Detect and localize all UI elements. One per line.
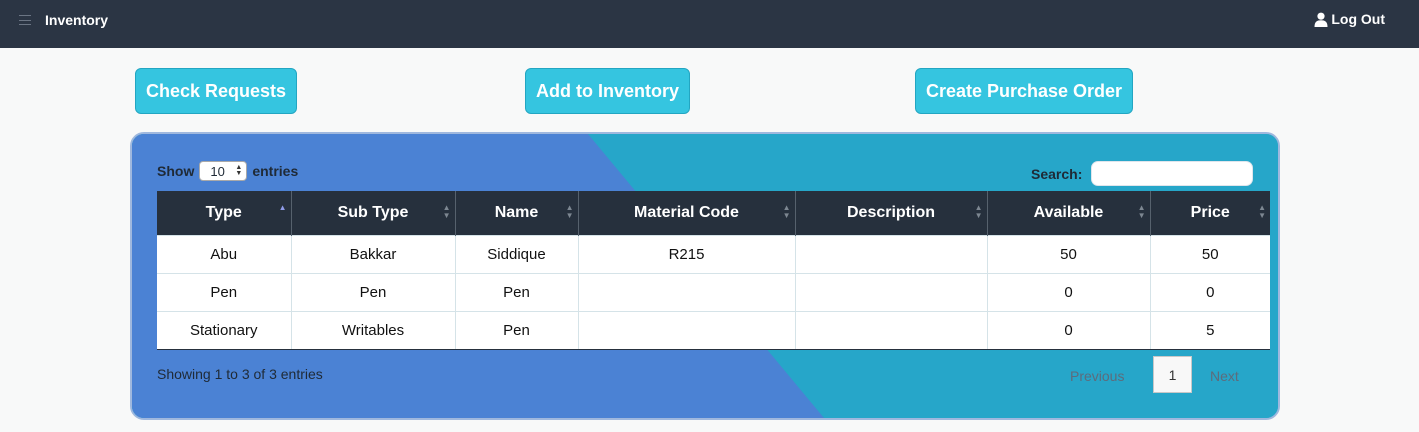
column-header-material-code[interactable]: Material Code ▲ ▼ [577, 191, 795, 235]
next-page-link[interactable]: Next [1210, 368, 1239, 384]
cell-description [794, 310, 987, 350]
inventory-table: Type ▲ Sub Type ▲ ▼ Name ▲ ▼ Material Code ▲ ▼ … [157, 191, 1270, 350]
table-row: Abu Bakkar Siddique R215 50 50 [157, 234, 1270, 273]
cell-description [794, 234, 987, 273]
cell-description [794, 272, 987, 311]
entries-select[interactable]: 10 ▲ ▼ [199, 161, 248, 181]
create-purchase-order-button[interactable]: Create Purchase Order [915, 68, 1133, 114]
column-header-type[interactable]: Type ▲ [157, 191, 291, 235]
cell-sub-type: Bakkar [290, 234, 455, 273]
top-navbar: Inventory Log Out [0, 0, 1419, 48]
app-title[interactable]: Inventory [45, 12, 108, 28]
cell-material-code [577, 310, 795, 350]
column-header-name[interactable]: Name ▲ ▼ [454, 191, 578, 235]
sort-icon: ▲ ▼ [442, 203, 451, 220]
page-1-button[interactable]: 1 [1153, 356, 1192, 393]
cell-sub-type: Pen [290, 272, 455, 311]
show-label: Show [157, 163, 195, 179]
cell-material-code: R215 [577, 234, 795, 273]
column-header-price[interactable]: Price ▲ ▼ [1149, 191, 1270, 235]
entries-length-control: Show 10 ▲ ▼ entries [157, 161, 298, 181]
previous-page-link[interactable]: Previous [1070, 368, 1124, 384]
cell-available: 0 [986, 310, 1150, 350]
cell-price: 0 [1149, 272, 1270, 311]
cell-type: Stationary [157, 310, 291, 350]
sort-ascending-icon: ▲ [278, 203, 287, 212]
column-header-sub-type[interactable]: Sub Type ▲ ▼ [290, 191, 455, 235]
cell-type: Pen [157, 272, 291, 311]
column-header-available[interactable]: Available ▲ ▼ [986, 191, 1150, 235]
column-header-description[interactable]: Description ▲ ▼ [794, 191, 987, 235]
table-header-row: Type ▲ Sub Type ▲ ▼ Name ▲ ▼ Material Code ▲ ▼ … [157, 191, 1270, 235]
entries-label: entries [252, 163, 299, 179]
table-row: Pen Pen Pen 0 0 [157, 272, 1270, 311]
table-row: Stationary Writables Pen 0 5 [157, 310, 1270, 350]
sort-icon: ▲ ▼ [1137, 203, 1146, 220]
cell-name: Pen [454, 310, 578, 350]
sort-icon: ▲ ▼ [782, 203, 791, 220]
table-info: Showing 1 to 3 of 3 entries [157, 366, 323, 382]
sort-icon: ▲ ▼ [565, 203, 574, 220]
cell-material-code [577, 272, 795, 311]
select-arrows-icon: ▲ ▼ [235, 164, 243, 177]
cell-price: 50 [1149, 234, 1270, 273]
cell-type: Abu [157, 234, 291, 273]
entries-select-value: 10 [210, 163, 225, 179]
user-icon [1314, 12, 1328, 27]
sort-icon: ▲ ▼ [974, 203, 983, 220]
logout-link[interactable]: Log Out [1314, 11, 1385, 27]
logout-label: Log Out [1331, 11, 1385, 27]
cell-available: 50 [986, 234, 1150, 273]
sort-icon: ▲ ▼ [1258, 203, 1266, 220]
add-to-inventory-button[interactable]: Add to Inventory [525, 68, 690, 114]
cell-price: 5 [1149, 310, 1270, 350]
search-input[interactable] [1091, 161, 1253, 186]
cell-name: Pen [454, 272, 578, 311]
menu-icon[interactable] [19, 14, 31, 26]
cell-sub-type: Writables [290, 310, 455, 350]
search-label: Search: [1031, 166, 1083, 182]
cell-available: 0 [986, 272, 1150, 311]
inventory-panel: Show 10 ▲ ▼ entries Search: Type ▲ Sub Typ… [130, 132, 1280, 420]
check-requests-button[interactable]: Check Requests [135, 68, 297, 114]
cell-name: Siddique [454, 234, 578, 273]
